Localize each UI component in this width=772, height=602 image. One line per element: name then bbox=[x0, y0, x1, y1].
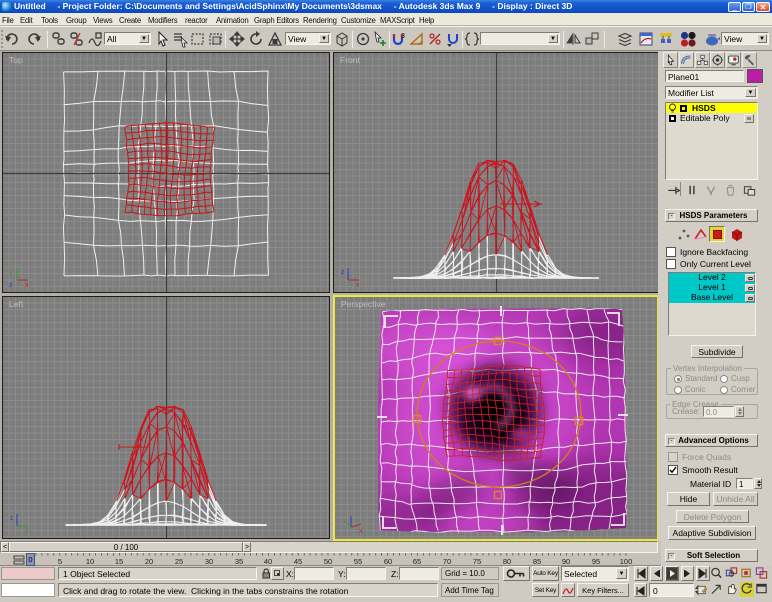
svg-text:z: z bbox=[10, 515, 14, 522]
svg-text:Left: Left bbox=[9, 299, 24, 309]
svg-text:85: 85 bbox=[533, 557, 541, 566]
svg-text:10: 10 bbox=[86, 557, 94, 566]
svg-text:40: 40 bbox=[264, 557, 272, 566]
svg-text:45: 45 bbox=[294, 557, 302, 566]
svg-text:x: x bbox=[356, 282, 360, 289]
svg-text:3: 3 bbox=[401, 33, 405, 40]
svg-text:100: 100 bbox=[620, 557, 633, 566]
svg-text:50: 50 bbox=[324, 557, 332, 566]
svg-text:35: 35 bbox=[235, 557, 243, 566]
svg-text:65: 65 bbox=[413, 557, 421, 566]
svg-text:y: y bbox=[9, 269, 13, 276]
svg-text:Front: Front bbox=[340, 55, 360, 65]
svg-text:15: 15 bbox=[115, 557, 123, 566]
svg-text:75: 75 bbox=[473, 557, 481, 566]
svg-text:x: x bbox=[25, 282, 29, 289]
svg-text:Perspective: Perspective bbox=[341, 299, 386, 309]
svg-text:5: 5 bbox=[58, 557, 62, 566]
svg-text:70: 70 bbox=[443, 557, 451, 566]
svg-text:90: 90 bbox=[562, 557, 570, 566]
svg-text:60: 60 bbox=[384, 557, 392, 566]
svg-text:y: y bbox=[25, 528, 29, 535]
svg-text:30: 30 bbox=[205, 557, 213, 566]
svg-text:x: x bbox=[359, 528, 363, 535]
svg-text:55: 55 bbox=[354, 557, 362, 566]
svg-text:25: 25 bbox=[175, 557, 183, 566]
svg-text:95: 95 bbox=[592, 557, 600, 566]
svg-text:z: z bbox=[341, 269, 345, 276]
svg-text:80: 80 bbox=[503, 557, 511, 566]
svg-text:Top: Top bbox=[9, 55, 23, 65]
svg-text:20: 20 bbox=[145, 557, 153, 566]
svg-text:z: z bbox=[9, 282, 13, 289]
